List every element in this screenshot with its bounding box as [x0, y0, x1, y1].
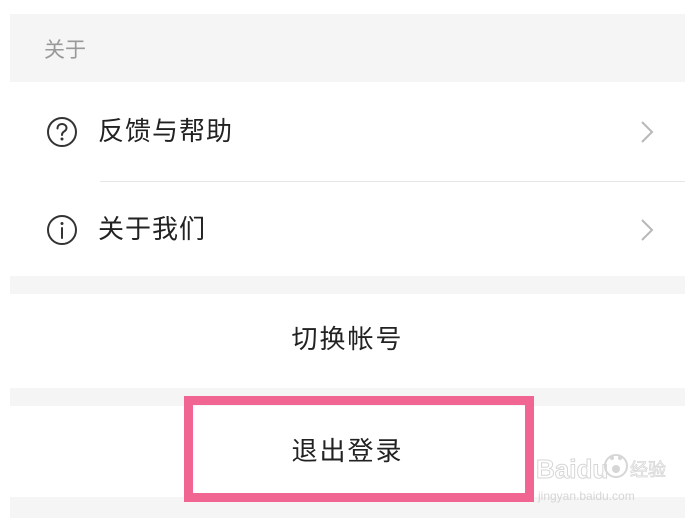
switch-account-label: 切换帐号: [291, 325, 404, 355]
watermark-brand: Baidu: [536, 454, 608, 484]
menu-item-about-us[interactable]: 关于我们: [10, 182, 685, 278]
about-section-header: 关于: [10, 14, 685, 82]
section-gap: [10, 388, 685, 408]
question-circle-icon: [47, 117, 77, 147]
watermark-suffix: 经验: [630, 460, 666, 481]
menu-item-label: 关于我们: [98, 215, 207, 245]
switch-account-button[interactable]: 切换帐号: [10, 294, 685, 386]
settings-screen: 关于 反馈与帮助 关于我们 切换帐号 退出登录 Baidu 经验 jingyan…: [0, 0, 695, 518]
section-gap: [10, 276, 685, 294]
menu-item-label: 反馈与帮助: [98, 117, 234, 147]
menu-item-feedback-help[interactable]: 反馈与帮助: [10, 84, 685, 180]
chevron-right-icon: [641, 219, 654, 241]
chevron-right-icon: [641, 121, 654, 143]
watermark-logo: Baidu 经验 jingyan.baidu.com: [536, 454, 666, 504]
info-circle-icon: [47, 215, 77, 245]
watermark-url: jingyan.baidu.com: [537, 489, 635, 503]
section-title: 关于: [44, 38, 86, 62]
baidu-jingyan-watermark: Baidu 经验 jingyan.baidu.com: [536, 440, 666, 510]
